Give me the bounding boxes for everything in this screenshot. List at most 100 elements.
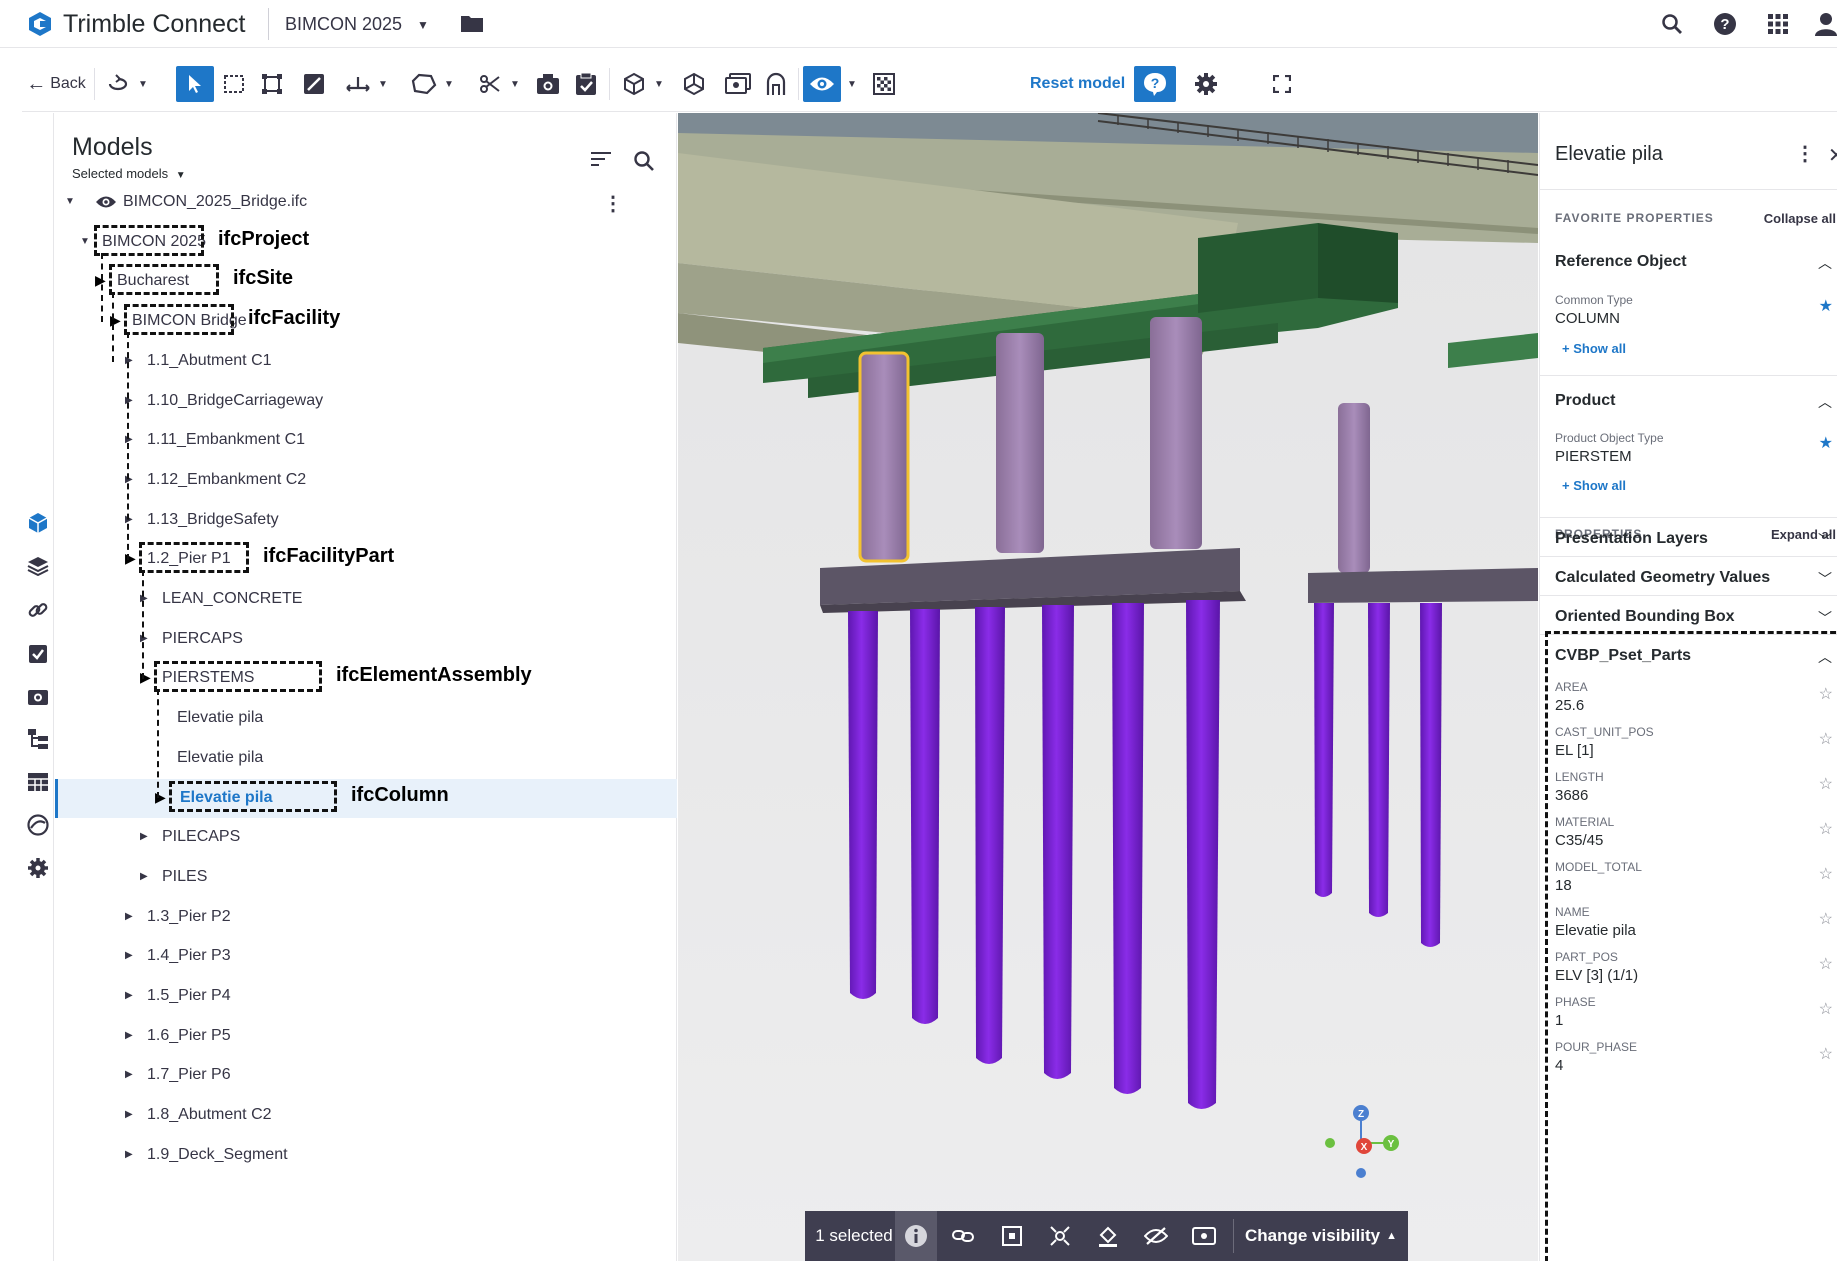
layers-icon[interactable]: [22, 551, 54, 581]
fit-to-selection-icon[interactable]: [991, 1211, 1033, 1261]
measure-icon[interactable]: [342, 66, 374, 102]
markup-icon[interactable]: [298, 66, 330, 102]
isolate-icon[interactable]: [1039, 1211, 1081, 1261]
settings-gear-icon[interactable]: [1190, 66, 1222, 102]
chevron-down-icon[interactable]: ▼: [65, 196, 75, 207]
tree-row[interactable]: ▶ 1.12_Embankment C2: [55, 461, 677, 500]
help-icon[interactable]: ?: [1713, 12, 1737, 36]
models-cube-icon[interactable]: [22, 508, 54, 538]
chevron-right-icon[interactable]: ▶: [125, 1030, 133, 1041]
tree-row[interactable]: Elevatie pila: [55, 699, 677, 738]
box-select-icon[interactable]: [218, 66, 250, 102]
cube-view-icon[interactable]: [618, 66, 650, 102]
chevron-right-icon[interactable]: ▶: [125, 1109, 133, 1120]
chevron-down-icon[interactable]: ▼: [80, 236, 90, 247]
link-selection-icon[interactable]: [943, 1211, 985, 1261]
chevron-down-icon[interactable]: ▼: [440, 66, 458, 102]
tree-row[interactable]: ▶ PILES: [55, 858, 677, 897]
user-avatar-icon[interactable]: [1815, 12, 1837, 36]
apps-grid-icon[interactable]: [1766, 12, 1790, 36]
info-icon[interactable]: [895, 1211, 937, 1261]
tree-row[interactable]: ▶ 1.8_Abutment C2: [55, 1096, 677, 1135]
project-selector[interactable]: BIMCON 2025: [285, 14, 402, 35]
globe-layers-icon[interactable]: [22, 810, 54, 840]
help-guide-icon[interactable]: ?: [1134, 66, 1176, 102]
tree-structure-icon[interactable]: [22, 724, 54, 754]
tree-row[interactable]: ▶ LEAN_CONCRETE: [55, 580, 677, 619]
tree-row[interactable]: ▶ 1.3_Pier P2: [55, 898, 677, 937]
tree-row[interactable]: ▶ 1.4_Pier P3: [55, 937, 677, 976]
chevron-down-icon[interactable]: ▼: [374, 66, 392, 102]
clipboard-check-icon[interactable]: [22, 638, 54, 668]
chevron-right-icon[interactable]: ▶: [125, 911, 133, 922]
search-icon[interactable]: [1660, 12, 1684, 36]
chevron-down-icon[interactable]: ▼: [650, 66, 668, 102]
eye-visibility-icon[interactable]: [803, 66, 841, 102]
chevron-down-icon[interactable]: ▼: [843, 66, 861, 102]
tree-row[interactable]: ▶ PIERCAPS: [55, 620, 677, 659]
camera-icon[interactable]: [22, 681, 54, 711]
reference-object-group[interactable]: Reference Object ︿: [1540, 241, 1837, 285]
model-file-row[interactable]: ▼ ⋮ BIMCON_2025_Bridge.ifc: [55, 183, 677, 222]
scissors-icon[interactable]: [474, 66, 506, 102]
select-tool-icon[interactable]: [176, 66, 214, 102]
tree-row[interactable]: ▶ 1.7_Pier P6: [55, 1056, 677, 1095]
chevron-right-icon[interactable]: ▶: [125, 990, 133, 1001]
hide-eye-icon[interactable]: [1135, 1211, 1177, 1261]
chevron-down-icon[interactable]: ▼: [134, 66, 152, 102]
camera-icon[interactable]: [532, 66, 564, 102]
more-options-icon[interactable]: ⋮: [603, 191, 623, 216]
arch-icon[interactable]: [760, 66, 792, 102]
product-group[interactable]: Product ︿: [1540, 375, 1837, 419]
tree-row[interactable]: ▶ PILECAPS: [55, 818, 677, 857]
close-icon[interactable]: ✕: [1828, 143, 1837, 168]
star-filled-icon[interactable]: ★: [1819, 296, 1833, 316]
chevron-right-icon[interactable]: ▶: [125, 1149, 133, 1160]
fullscreen-icon[interactable]: [1266, 66, 1298, 102]
reset-model-button[interactable]: Reset model: [1030, 66, 1125, 102]
selected-models-dropdown[interactable]: Selected models ▼: [72, 166, 186, 181]
collapse-all-button[interactable]: Collapse all: [1764, 211, 1836, 226]
extension-gear-icon[interactable]: [22, 853, 54, 883]
more-options-icon[interactable]: ⋮: [1795, 141, 1815, 166]
transparency-icon[interactable]: [868, 66, 900, 102]
tree-row[interactable]: ▶ 1.6_Pier P5: [55, 1017, 677, 1056]
property-group[interactable]: Presentation Layers ﹀: [1540, 517, 1837, 561]
chevron-down-icon[interactable]: ▼: [417, 18, 429, 32]
tree-row[interactable]: ▶ 1.10_BridgeCarriageway: [55, 382, 677, 421]
section-box-icon[interactable]: [678, 66, 710, 102]
polygon-icon[interactable]: [408, 66, 440, 102]
show-all-button[interactable]: + Show all: [1562, 341, 1626, 356]
paint-bucket-icon[interactable]: [1087, 1211, 1129, 1261]
ifc-annotation-box: [154, 661, 322, 693]
clipboard-check-icon[interactable]: [570, 66, 602, 102]
views-icon[interactable]: [722, 66, 754, 102]
search-icon[interactable]: [633, 150, 655, 172]
fit-frame-icon[interactable]: [256, 66, 288, 102]
show-all-button[interactable]: + Show all: [1562, 478, 1626, 493]
chevron-right-icon[interactable]: ▶: [125, 1069, 133, 1080]
star-filled-icon[interactable]: ★: [1819, 433, 1833, 453]
link-icon[interactable]: [22, 595, 54, 625]
chevron-right-icon[interactable]: ▶: [140, 831, 148, 842]
eye-icon[interactable]: [95, 194, 117, 210]
chevron-down-icon[interactable]: ▼: [506, 66, 524, 102]
back-button[interactable]: ← Back: [26, 66, 86, 102]
chevron-right-icon[interactable]: ▶: [125, 950, 133, 961]
change-visibility-button[interactable]: Change visibility ▲: [1241, 1211, 1401, 1261]
sort-icon[interactable]: [590, 151, 612, 167]
bridge-model-render[interactable]: Z Y X: [678, 113, 1538, 1261]
table-icon[interactable]: [22, 767, 54, 797]
tree-row[interactable]: ▶ 1.5_Pier P4: [55, 977, 677, 1016]
tree-row[interactable]: ▶ 1.9_Deck_Segment: [55, 1136, 677, 1175]
tree-row[interactable]: ▶ 1.13_BridgeSafety: [55, 501, 677, 540]
3d-viewport[interactable]: Z Y X: [678, 113, 1538, 1261]
tree-row[interactable]: ▶ 1.1_Abutment C1: [55, 342, 677, 381]
orbit-icon[interactable]: [102, 66, 134, 102]
property-group[interactable]: Calculated Geometry Values ﹀: [1540, 556, 1837, 600]
chevron-right-icon[interactable]: ▶: [140, 871, 148, 882]
folder-icon[interactable]: [460, 13, 484, 33]
tree-row[interactable]: Elevatie pila: [55, 739, 677, 778]
tree-row[interactable]: ▶ 1.11_Embankment C1: [55, 421, 677, 460]
views-icon[interactable]: [1183, 1211, 1225, 1261]
